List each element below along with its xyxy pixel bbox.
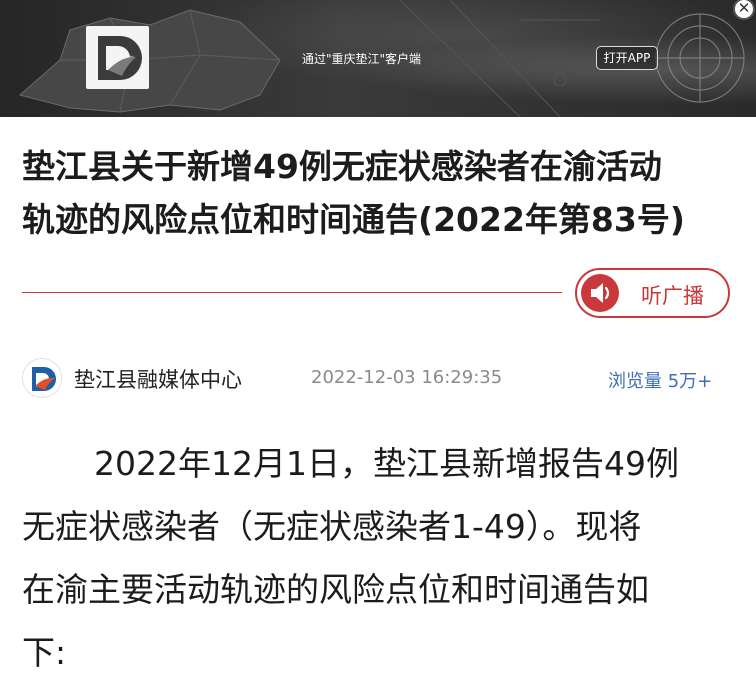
view-count: 浏览量 5万+ — [608, 367, 712, 393]
article-title-line-1: 垫江县关于新增49例无症状感染者在渝活动 — [22, 147, 662, 186]
listen-broadcast-button[interactable]: 听广播 — [575, 268, 730, 318]
article-body-paragraph: 2022年12月1日，垫江县新增报告49例 无症状感染者（无症状感染者1-49）… — [22, 432, 737, 684]
body-line-2: 无症状感染者（无症状感染者1-49）。现将 — [22, 507, 642, 546]
body-line-1: 2022年12月1日，垫江县新增报告49例 — [94, 444, 679, 483]
app-logo-icon — [86, 26, 149, 89]
views-count: 5万+ — [667, 371, 713, 392]
body-line-3: 在渝主要活动轨迹的风险点位和时间通告如 — [22, 570, 649, 609]
speaker-icon — [581, 274, 619, 312]
article-title: 垫江县关于新增49例无症状感染者在渝活动 轨迹的风险点位和时间通告(2022年第… — [22, 140, 737, 246]
source-avatar[interactable] — [22, 358, 62, 398]
banner-promo-text: 通过"重庆垫江"客户端 — [302, 52, 422, 66]
listen-label: 听广播 — [641, 284, 704, 308]
views-label: 浏览量 — [608, 371, 662, 392]
open-app-button[interactable]: 打开APP — [596, 46, 658, 70]
article-title-line-2: 轨迹的风险点位和时间通告(2022年第83号) — [22, 200, 685, 239]
body-line-4: 下: — [22, 633, 67, 672]
title-divider — [22, 292, 562, 293]
source-name[interactable]: 垫江县融媒体中心 — [74, 364, 242, 394]
app-download-banner[interactable]: 通过"重庆垫江"客户端 打开APP ✕ — [0, 0, 756, 117]
publish-time: 2022-12-03 16:29:35 — [311, 367, 503, 388]
